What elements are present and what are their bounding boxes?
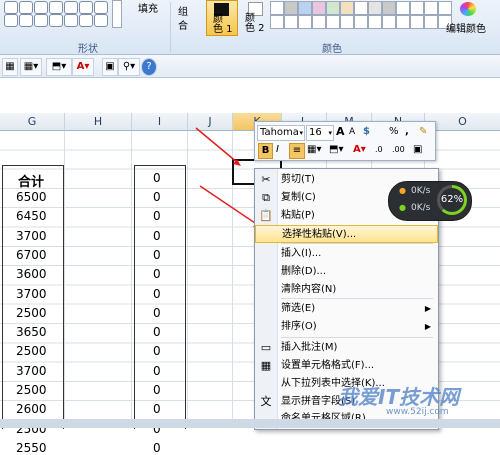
submenu-arrow-icon: ▶ (424, 304, 431, 313)
font-name-select[interactable]: Tahoma ▾ (257, 125, 305, 141)
grow-font-button[interactable]: A (336, 125, 345, 139)
scissors-icon: ✂ (261, 173, 271, 186)
font-name-dropdown-icon: ▾ (299, 129, 303, 137)
download-icon: ● (399, 203, 406, 212)
menu-item-label: 删除(D)... (281, 266, 327, 277)
decrease-decimal-button[interactable]: .00 (392, 143, 405, 157)
menu-item-label: 复制(C) (281, 192, 316, 203)
phonetic-icon: 文 (260, 395, 272, 408)
format-cells-icon: ▦ (260, 359, 272, 372)
memory-percent: 62% (440, 194, 464, 205)
menu-item-label: 剪切(T) (281, 174, 315, 185)
arrow-to-paste-special-icon (199, 185, 262, 228)
shrink-font-button[interactable]: A (349, 125, 355, 139)
memory-gauge-inner: 62% (440, 188, 464, 212)
increase-decimal-button[interactable]: .0 (375, 143, 383, 157)
menu-item-label: 清除内容(N) (281, 284, 337, 295)
merge-cells-icon[interactable]: ▣ (413, 143, 422, 157)
menu-item-label: 插入(I)... (281, 248, 322, 259)
currency-format-button[interactable]: $ (363, 125, 370, 139)
zero-cell[interactable]: 0 (153, 441, 161, 455)
arrow-to-selected-cell-icon (195, 127, 241, 166)
menu-item[interactable]: ▭ 插入批注(M) (255, 339, 438, 357)
menu-item[interactable]: 清除内容(N) (255, 281, 438, 299)
menu-item-label: 插入批注(M) (281, 342, 338, 353)
font-size-dropdown-icon: ▾ (328, 129, 332, 137)
percent-format-button[interactable]: % (389, 125, 399, 139)
watermark-text: 我爱IT技术网 (338, 385, 460, 409)
italic-button[interactable]: I (276, 143, 279, 157)
font-size-select[interactable]: 16 ▾ (306, 125, 334, 141)
comma-format-button[interactable]: , (405, 125, 409, 139)
download-speed: 0K/s (411, 203, 431, 213)
upload-speed: 0K/s (411, 186, 431, 196)
menu-item[interactable]: ▦ 设置单元格格式(F)... (255, 357, 438, 375)
font-name-value: Tahoma (260, 127, 299, 138)
upload-icon: ● (399, 186, 406, 195)
menu-separator (281, 337, 433, 338)
menu-item-label: 设置单元格格式(F)... (281, 360, 375, 371)
menu-item-label: 排序(O) (281, 321, 317, 332)
mini-toolbar: Tahoma ▾ 16 ▾ A A $ % , ✎ B I ≡ ▦▾ ⬒▾ A▾ .… (254, 121, 436, 161)
comment-icon: ▭ (260, 341, 272, 354)
borders-icon[interactable]: ▦▾ (307, 143, 321, 157)
menu-item[interactable]: 排序(O) ▶ (255, 318, 438, 336)
total-cell[interactable]: 2550 (16, 441, 47, 455)
fill-color-icon[interactable]: ⬒▾ (329, 143, 343, 157)
network-speed-widget[interactable]: ● 0K/s ● 0K/s 62% (388, 181, 472, 221)
menu-item[interactable]: 筛选(E) ▶ (255, 300, 438, 318)
font-size-value: 16 (309, 127, 322, 138)
watermark-url: www.52ij.com (386, 407, 449, 417)
memory-gauge: 62% (437, 185, 467, 215)
menu-item-label: 筛选(E) (281, 303, 316, 314)
menu-item[interactable]: 插入(I)... (255, 245, 438, 263)
menu-item-label: 粘贴(P) (281, 210, 315, 221)
font-color-icon[interactable]: A▾ (353, 143, 366, 157)
submenu-arrow-icon: ▶ (424, 322, 431, 331)
bottom-bar (0, 419, 500, 428)
menu-item-label: 选择性粘贴(V)... (282, 229, 357, 240)
format-painter-icon[interactable]: ✎ (419, 125, 427, 139)
menu-item[interactable]: 选择性粘贴(V)... (255, 225, 438, 243)
copy-icon: ⧉ (262, 191, 270, 204)
menu-item[interactable]: 删除(D)... (255, 263, 438, 281)
paste-icon: 📋 (259, 209, 273, 222)
align-center-icon[interactable]: ≡ (289, 143, 305, 159)
bold-button[interactable]: B (258, 143, 273, 159)
